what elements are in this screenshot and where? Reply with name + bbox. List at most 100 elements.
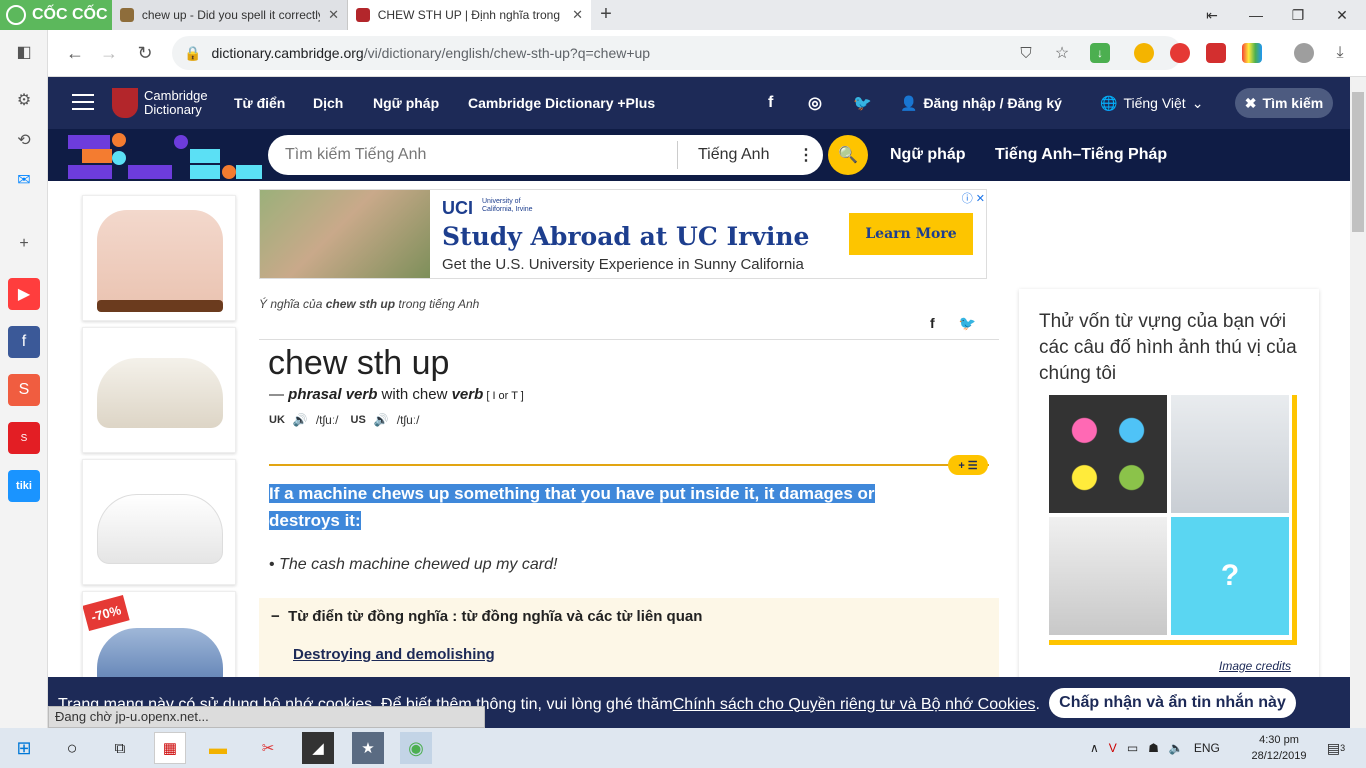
facebook-icon[interactable]: f bbox=[8, 326, 40, 358]
search-toggle-button[interactable]: ✖ Tìm kiếm bbox=[1235, 88, 1333, 118]
us-audio-icon[interactable]: 🔊 bbox=[374, 413, 389, 427]
product-ad[interactable]: -70% bbox=[82, 591, 236, 691]
tiki-icon[interactable]: tiki bbox=[8, 470, 40, 502]
site-header: Cambridge Dictionary Từ điển Dịch Ngữ ph… bbox=[48, 77, 1350, 129]
search-input[interactable]: Tìm kiếm Tiếng Anh bbox=[268, 146, 677, 164]
windows-start-icon[interactable]: ⊞ bbox=[8, 732, 40, 764]
nav-translate[interactable]: Dịch bbox=[313, 77, 343, 129]
avatar[interactable] bbox=[1294, 43, 1314, 63]
minimize-button[interactable]: — bbox=[1234, 0, 1278, 30]
sticky-notes-icon[interactable]: ◢ bbox=[302, 732, 334, 764]
download-icon[interactable]: ⤓ bbox=[1330, 43, 1350, 63]
close-window-button[interactable]: ✕ bbox=[1320, 0, 1364, 30]
back-arrow-icon[interactable]: ← bbox=[60, 38, 90, 68]
task-view-icon[interactable]: ⧉ bbox=[104, 732, 136, 764]
tab-chew-up-search[interactable]: chew up - Did you spell it correctly ✕ bbox=[112, 0, 348, 30]
messenger-icon[interactable]: ✉ bbox=[8, 164, 40, 196]
app-icon[interactable]: ★ bbox=[352, 732, 384, 764]
product-ad[interactable] bbox=[82, 327, 236, 453]
pos-label[interactable]: phrasal verb bbox=[288, 386, 377, 403]
chevron-up-icon[interactable]: ∧ bbox=[1090, 741, 1099, 755]
add-to-list-button[interactable]: + ☰ bbox=[948, 455, 988, 475]
new-tab-button[interactable]: + bbox=[594, 3, 618, 27]
product-ad[interactable] bbox=[82, 459, 236, 585]
logo-line2: Dictionary bbox=[144, 102, 202, 117]
adchoices-icon[interactable]: ⓘ ✕ bbox=[955, 190, 985, 205]
quiz-image-grid[interactable]: ? bbox=[1049, 395, 1297, 645]
sewing-machine-image[interactable] bbox=[1171, 395, 1289, 513]
nav-plus[interactable]: Cambridge Dictionary +Plus bbox=[468, 77, 655, 129]
tab-list-icon[interactable]: ⇤ bbox=[1190, 0, 1234, 30]
thesaurus-heading[interactable]: − Từ điển từ đồng nghĩa : từ đồng nghĩa … bbox=[271, 608, 702, 625]
notifications-icon[interactable]: ▤ 3 bbox=[1320, 732, 1352, 764]
history-icon[interactable]: ⟲ bbox=[8, 124, 40, 156]
product-ad[interactable] bbox=[82, 195, 236, 321]
file-explorer-icon[interactable]: ▬ bbox=[202, 732, 234, 764]
user-icon: 👤 bbox=[900, 94, 918, 111]
english-french-link[interactable]: Tiếng Anh–Tiếng Pháp bbox=[995, 129, 1167, 181]
instagram-icon[interactable]: ◎ bbox=[808, 77, 822, 129]
clock[interactable]: 4:30 pm 28/12/2019 bbox=[1248, 732, 1310, 764]
accept-cookies-button[interactable]: Chấp nhận và ẩn tin nhắn này bbox=[1049, 688, 1296, 718]
snipping-tool-icon[interactable]: ✂ bbox=[252, 732, 284, 764]
hamburger-menu-icon[interactable] bbox=[72, 94, 94, 110]
input-language[interactable]: ENG bbox=[1194, 741, 1220, 755]
synonym-link[interactable]: Destroying and demolishing bbox=[293, 646, 495, 663]
download-arrow-icon[interactable]: ↓ bbox=[1090, 43, 1110, 63]
breadcrumb-pre: Ý nghĩa của bbox=[259, 297, 326, 311]
notification-count: 3 bbox=[1340, 743, 1346, 753]
facebook-share-icon[interactable]: f bbox=[930, 315, 935, 332]
twitter-share-icon[interactable]: 🐦 bbox=[959, 315, 976, 332]
tab-close-icon[interactable]: ✕ bbox=[328, 7, 339, 23]
banner-ad[interactable]: UCI University of California, Irvine Stu… bbox=[259, 189, 987, 279]
language-selector[interactable]: 🌐 Tiếng Việt ⌄ bbox=[1100, 77, 1203, 129]
search-icon[interactable]: 🔍 bbox=[828, 135, 868, 175]
learn-more-button[interactable]: Learn More bbox=[849, 213, 973, 255]
nav-grammar[interactable]: Ngữ pháp bbox=[373, 77, 439, 129]
shield-icon[interactable]: ⛉ bbox=[1016, 43, 1036, 63]
shopee-icon[interactable]: S bbox=[8, 374, 40, 406]
coccoc-menu-button[interactable]: CỐC CỐC bbox=[0, 0, 112, 30]
divider bbox=[259, 339, 999, 340]
extension-icon[interactable] bbox=[1242, 43, 1262, 63]
login-link[interactable]: 👤 Đăng nhập / Đăng ký bbox=[900, 77, 1062, 129]
network-icon[interactable]: ☗ bbox=[1148, 741, 1159, 755]
grammar-link[interactable]: Ngữ pháp bbox=[890, 129, 966, 181]
pos2-label[interactable]: verb bbox=[452, 386, 484, 403]
battery-icon[interactable]: ▭ bbox=[1127, 741, 1138, 755]
more-options-icon[interactable]: ⋮ bbox=[798, 145, 814, 165]
tab-close-icon[interactable]: ✕ bbox=[572, 7, 583, 23]
tab-title: CHEW STH UP | Định nghĩa trong bbox=[377, 8, 561, 22]
uk-audio-icon[interactable]: 🔊 bbox=[293, 413, 308, 427]
sendo-icon[interactable]: S bbox=[8, 422, 40, 454]
privacy-policy-link[interactable]: Chính sách cho Quyền riêng tư và Bộ nhớ … bbox=[673, 696, 1036, 714]
maximize-button[interactable]: ❐ bbox=[1276, 0, 1320, 30]
reload-icon[interactable]: ↻ bbox=[130, 38, 160, 68]
nav-dictionary[interactable]: Từ điển bbox=[234, 77, 285, 129]
question-mark-icon[interactable]: ? bbox=[1171, 517, 1289, 635]
cambridge-dictionary-logo[interactable]: Cambridge Dictionary bbox=[112, 87, 208, 119]
youtube-icon[interactable]: ▶ bbox=[8, 278, 40, 310]
adblock-icon[interactable] bbox=[1170, 43, 1190, 63]
twitter-icon[interactable]: 🐦 bbox=[853, 77, 872, 129]
search-icon[interactable]: ○ bbox=[56, 732, 88, 764]
coccoc-taskbar-icon[interactable]: ◉ bbox=[400, 732, 432, 764]
tab-cambridge-dictionary[interactable]: CHEW STH UP | Định nghĩa trong ✕ bbox=[348, 0, 591, 30]
add-sidebar-app-icon[interactable]: + bbox=[8, 228, 40, 260]
volume-icon[interactable]: 🔈 bbox=[1169, 741, 1184, 755]
paint-palette-image[interactable] bbox=[1049, 395, 1167, 513]
image-credits-link[interactable]: Image credits bbox=[1219, 659, 1291, 673]
search-language[interactable]: Tiếng Anh bbox=[678, 146, 798, 164]
bookmark-star-icon[interactable]: ☆ bbox=[1052, 43, 1072, 63]
extension-icon[interactable] bbox=[1134, 43, 1154, 63]
scrollbar-thumb[interactable] bbox=[1352, 92, 1364, 232]
sketchbook-image[interactable] bbox=[1049, 517, 1167, 635]
app-icon[interactable]: ▦ bbox=[154, 732, 186, 764]
sidebar-toggle-icon[interactable]: ◧ bbox=[8, 36, 40, 68]
app-tray-icon[interactable]: V bbox=[1109, 741, 1117, 755]
settings-icon[interactable]: ⚙ bbox=[8, 84, 40, 116]
extension-icon[interactable] bbox=[1206, 43, 1226, 63]
forward-arrow-icon[interactable]: → bbox=[94, 38, 124, 68]
facebook-icon[interactable]: f bbox=[768, 77, 773, 129]
pronunciation: UK 🔊 /tʃuː/ US 🔊 /tʃuː/ bbox=[269, 413, 419, 427]
